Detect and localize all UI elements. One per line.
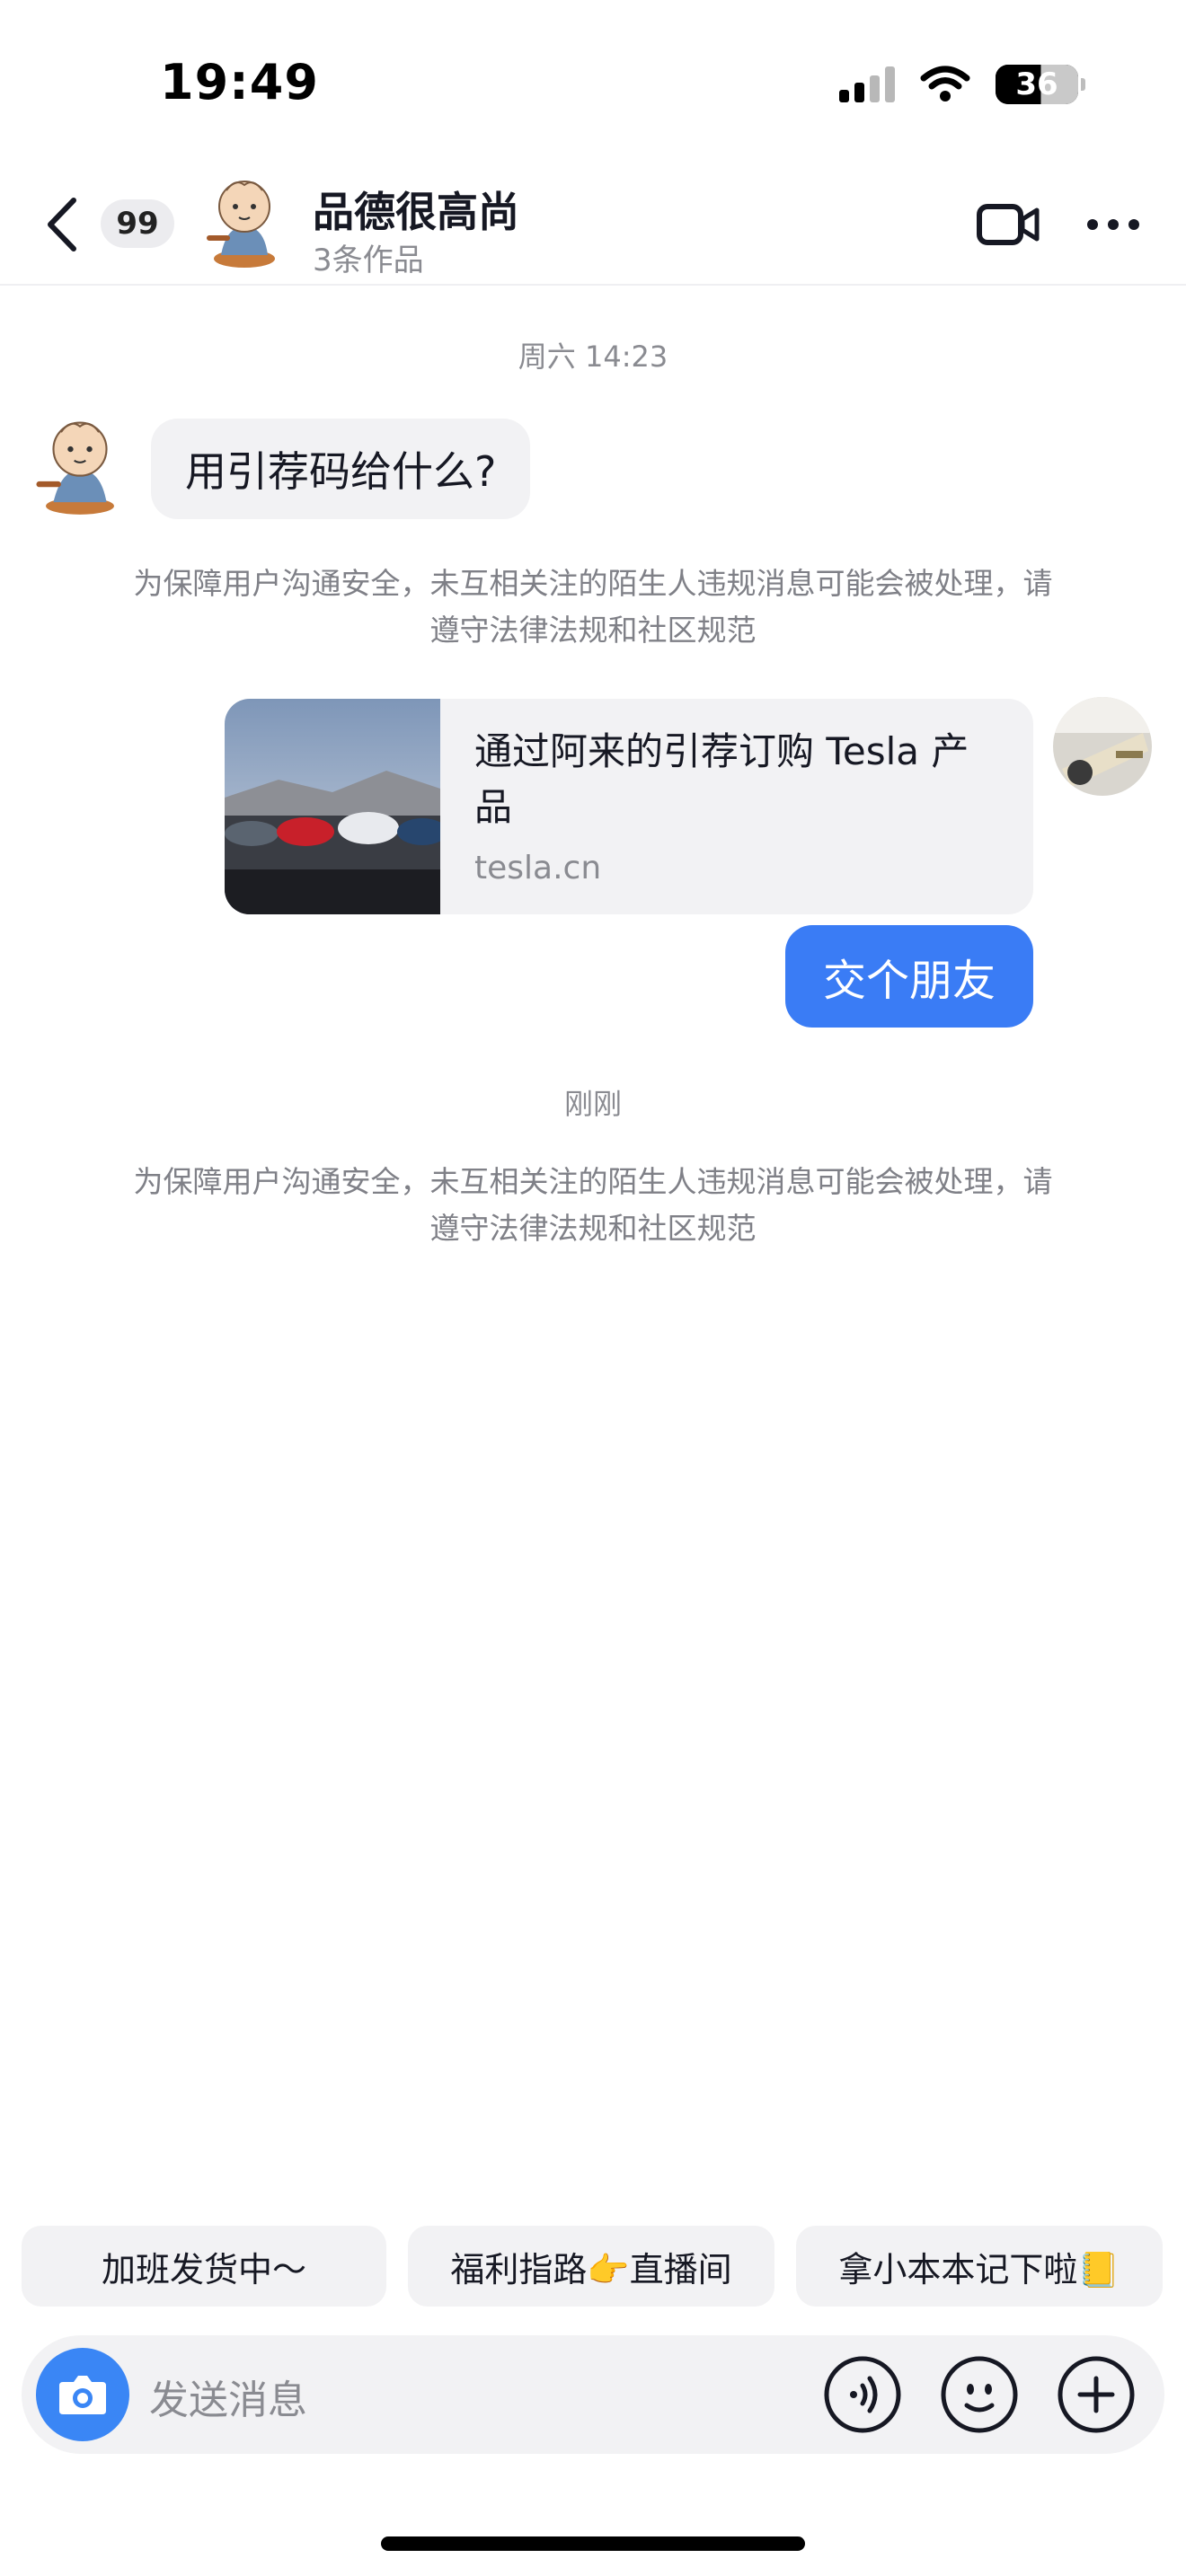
safety-notice: 为保障用户沟通安全，未互相关注的陌生人违规消息可能会被处理，请遵守法律法规和社区…: [133, 1164, 1053, 1246]
home-indicator[interactable]: [381, 2536, 805, 2551]
camera-button[interactable]: [36, 2348, 129, 2441]
safety-notice: 为保障用户沟通安全，未互相关注的陌生人违规消息可能会被处理，请遵守法律法规和社区…: [133, 566, 1053, 648]
header-divider: [0, 284, 1186, 286]
emoji-icon[interactable]: [940, 2355, 1019, 2434]
contact-works-count[interactable]: 3条作品: [313, 235, 424, 279]
more-dots-icon[interactable]: [1085, 217, 1141, 232]
status-icons: 36: [839, 65, 1085, 104]
incoming-message-bubble[interactable]: 用引荐码给什么?: [151, 419, 531, 519]
quick-reply-chip[interactable]: 加班发货中～: [22, 2226, 386, 2307]
message-input[interactable]: 发送消息: [149, 2368, 307, 2425]
contact-name[interactable]: 品德很高尚: [313, 180, 519, 239]
contact-avatar[interactable]: [199, 172, 289, 271]
wifi-icon: [920, 66, 970, 101]
timestamp-label: 周六 14:23: [518, 340, 668, 374]
battery-level: 36: [1015, 66, 1058, 102]
status-time: 19:49: [160, 54, 319, 110]
unread-count-badge[interactable]: 99: [101, 199, 174, 248]
timestamp-label: 刚刚: [563, 1087, 622, 1121]
video-call-icon[interactable]: [976, 199, 1040, 250]
battery-icon: 36: [996, 65, 1085, 104]
chevron-left-icon[interactable]: [36, 193, 90, 256]
shared-link-card[interactable]: 通过阿来的引荐订购 Tesla 产品 tesla.cn: [225, 699, 1033, 914]
voice-icon[interactable]: [823, 2355, 902, 2434]
cellular-signal-icon: [839, 66, 895, 102]
quick-reply-chip[interactable]: 拿小本本记下啦📒: [796, 2226, 1163, 2307]
quick-reply-chip[interactable]: 福利指路👉直播间: [408, 2226, 774, 2307]
link-domain: tesla.cn: [474, 850, 602, 887]
link-title: 通过阿来的引荐订购 Tesla 产品: [474, 729, 969, 829]
camera-icon: [59, 2376, 106, 2414]
link-thumbnail-image: [225, 699, 440, 914]
my-avatar[interactable]: [1053, 697, 1152, 796]
plus-icon[interactable]: [1057, 2355, 1136, 2434]
sender-avatar[interactable]: [31, 413, 129, 517]
outgoing-message-bubble[interactable]: 交个朋友: [785, 925, 1033, 1028]
